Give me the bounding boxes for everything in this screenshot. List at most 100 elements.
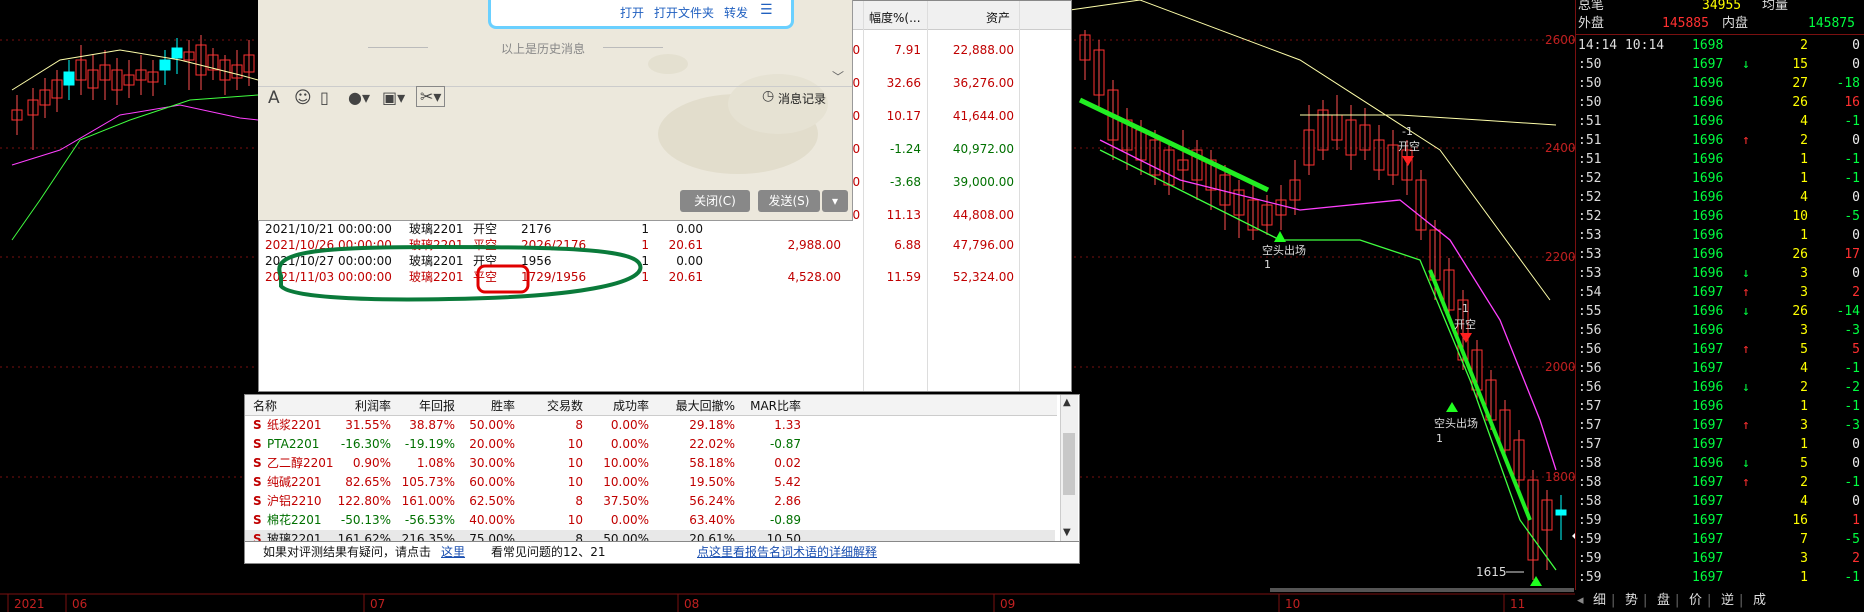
tick-row: :58 1697 ↑ 2 -1	[1576, 473, 1864, 492]
signal-count: 1	[1436, 432, 1443, 445]
stats-cell: 62.50%	[469, 494, 515, 508]
tick-time: :55	[1578, 304, 1602, 319]
stats-cell: 10	[567, 437, 583, 451]
stats-cell: 8	[575, 494, 583, 508]
stats-row[interactable]: S 棉花2201 -50.13% -56.53% 40.00% 10 0.00% 63.40%…	[245, 511, 1055, 530]
table-row[interactable]: 2021/10/21 00:00:00 玻璃2201 开空 2176 1 0.00	[259, 221, 1071, 237]
tick-volume: 1	[1800, 171, 1808, 186]
arrow-down-icon: ↓	[1742, 380, 1750, 395]
scissors-icon[interactable]: ✂▾	[416, 86, 446, 107]
cell-asset: 36,276.00	[952, 76, 1014, 90]
tick-time: :56	[1578, 342, 1602, 357]
menu-icon[interactable]: ☰	[760, 2, 773, 18]
tick-price: 1696	[1692, 304, 1724, 319]
quote-tab[interactable]: 盘	[1657, 590, 1670, 612]
stats-col-header[interactable]: 胜率	[455, 397, 515, 414]
stats-row[interactable]: S 纯碱2201 82.65% 105.73% 60.00% 10 10.00% 19.50%…	[245, 473, 1055, 492]
tick-volume: 1	[1800, 228, 1808, 243]
stats-cell: -0.89	[769, 513, 801, 527]
quote-tab[interactable]: 成	[1753, 590, 1766, 612]
cell-price: 2176	[521, 222, 552, 236]
quote-tab[interactable]: 逆	[1721, 590, 1734, 612]
tick-price: 1697	[1692, 342, 1724, 357]
tick-volume: 2	[1800, 380, 1808, 395]
tick-time: :58	[1578, 494, 1602, 509]
tick-volume: 27	[1792, 76, 1808, 91]
voice-icon[interactable]: ●▾	[348, 88, 370, 107]
tick-price: 1696	[1692, 95, 1724, 110]
close-button[interactable]: 关闭(C)	[680, 190, 750, 212]
tick-oi-change: -1	[1844, 361, 1860, 376]
chart-scrollbar[interactable]	[1270, 588, 1574, 592]
tick-oi-change: -1	[1844, 399, 1860, 414]
stats-scrollbar[interactable]: ▲ ▼	[1060, 395, 1078, 543]
tick-oi-change: -18	[1836, 76, 1860, 91]
stats-col-header[interactable]: 名称	[253, 397, 323, 414]
candle-body	[159, 59, 171, 71]
arrow-up-icon: ↑	[1742, 285, 1750, 300]
screenshot-icon[interactable]: ▯	[320, 88, 329, 107]
send-button[interactable]: 发送(S)	[758, 190, 820, 212]
cell-asset: 22,888.00	[952, 43, 1014, 57]
inner-value: 145875	[1808, 16, 1855, 31]
link-forward[interactable]: 转发	[724, 4, 748, 21]
tick-row: :52 1696 1 -1	[1576, 169, 1864, 188]
tick-oi-change: 0	[1852, 38, 1860, 53]
tick-oi-change: -2	[1844, 380, 1860, 395]
footer-here-link[interactable]: 这里	[441, 542, 465, 563]
stats-row[interactable]: S 乙二醇2201 0.90% 1.08% 30.00% 10 10.00% 58.18% 0.…	[245, 454, 1055, 473]
link-open-folder[interactable]: 打开文件夹	[654, 4, 714, 21]
stats-col-header[interactable]: 利润率	[325, 397, 391, 414]
stats-row[interactable]: S PTA2201 -16.30% -19.19% 20.00% 10 0.00% 22.02…	[245, 435, 1055, 454]
send-options-button[interactable]: ▾	[822, 190, 848, 212]
tick-time: :56	[1578, 361, 1602, 376]
tick-volume: 1	[1800, 399, 1808, 414]
outer-label: 外盘	[1578, 16, 1605, 31]
cell-pct: -3.68	[889, 175, 921, 189]
tick-price: 1697	[1692, 57, 1724, 72]
signal-action: 开空	[1454, 317, 1476, 331]
backtest-stats-panel: 名称 利润率 年回报 胜率 交易数 成功率 最大回撤% MAR比率 S 纸浆2201 31.55%…	[244, 394, 1080, 564]
tick-oi-change: -1	[1844, 114, 1860, 129]
tick-time: :50	[1578, 76, 1602, 91]
stats-col-header[interactable]: 最大回撤%	[649, 397, 735, 414]
collapse-icon[interactable]: ﹀	[832, 68, 844, 85]
stats-cell: 161.00%	[401, 494, 455, 508]
image-icon[interactable]: ▣▾	[382, 88, 405, 107]
emoji-icon[interactable]: ☺	[294, 88, 312, 108]
tick-oi-change: -1	[1844, 570, 1860, 585]
cell-asset: 41,644.00	[952, 109, 1014, 123]
tick-price: 1696	[1692, 114, 1724, 129]
footer-explain-link[interactable]: 点这里看报告名词术语的详细解释	[697, 542, 877, 563]
tick-row: :56 1696 ↓ 2 -2	[1576, 378, 1864, 397]
stats-row[interactable]: S 纸浆2201 31.55% 38.87% 50.00% 8 0.00% 29.18% 1.3…	[245, 416, 1055, 435]
font-icon[interactable]: A	[268, 88, 280, 108]
tick-time: :57	[1578, 418, 1602, 433]
stats-row[interactable]: S 沪铝2210 122.80% 161.00% 62.50% 8 37.50% 56.24%…	[245, 492, 1055, 511]
stats-col-header[interactable]: 年回报	[391, 397, 455, 414]
stats-col-header[interactable]: 交易数	[515, 397, 583, 414]
cell-fee: 0.00	[676, 254, 703, 268]
stats-cell: 30.00%	[469, 456, 515, 470]
tick-oi-change: -1	[1844, 171, 1860, 186]
stats-cell: 0.00%	[610, 437, 649, 451]
stats-col-header[interactable]: 成功率	[583, 397, 649, 414]
cell-asset: 47,796.00	[952, 238, 1014, 252]
low-price-label: 1615	[1476, 565, 1507, 579]
quote-tab[interactable]: 细	[1593, 590, 1606, 612]
stats-name: 沪铝2210	[267, 494, 322, 508]
stats-col-header[interactable]: MAR比率	[735, 397, 801, 414]
quote-tab[interactable]: 价	[1689, 590, 1702, 612]
cell-profit: 2,988.00	[787, 238, 841, 252]
tick-price: 1697	[1692, 475, 1724, 490]
link-open[interactable]: 打开	[620, 4, 644, 21]
strategy-s-icon: S	[253, 437, 262, 451]
tick-row: :51 1696 1 -1	[1576, 150, 1864, 169]
tick-row: :57 1696 1 -1	[1576, 397, 1864, 416]
tick-time: 14:14 10:14	[1578, 38, 1665, 53]
quote-tab[interactable]: 势	[1625, 590, 1638, 612]
tick-row: :59 1697 16 1	[1576, 511, 1864, 530]
stats-cell: 40.00%	[469, 513, 515, 527]
tick-volume: 26	[1792, 95, 1808, 110]
message-history-button[interactable]: 消息记录	[778, 90, 826, 107]
